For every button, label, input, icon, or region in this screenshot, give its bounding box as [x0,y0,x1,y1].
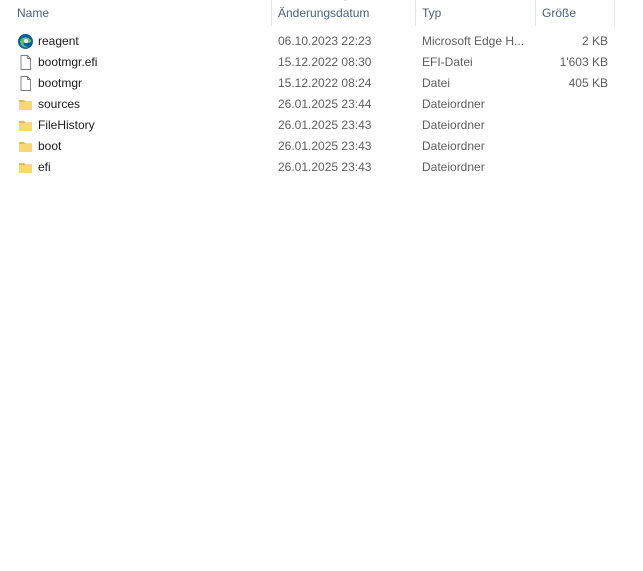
column-header-size[interactable]: Größe [542,0,576,26]
file-row[interactable]: reagent 06.10.2023 22:23 Microsoft Edge H.… [0,31,643,52]
file-type: Dateiordner [422,139,485,153]
file-type: Microsoft Edge H... [422,34,525,48]
file-type: Dateiordner [422,118,485,132]
column-divider[interactable] [271,0,272,26]
file-name: bootmgr [38,76,83,90]
file-row[interactable]: boot 26.01.2025 23:43 Dateiordner [0,136,643,157]
file-date: 26.01.2025 23:44 [278,97,372,111]
file-name: reagent [38,34,79,48]
file-date: 26.01.2025 23:43 [278,118,372,132]
file-type: Datei [422,76,451,90]
file-type: EFI-Datei [422,55,473,69]
column-divider[interactable] [415,0,416,26]
column-header-date[interactable]: Änderungsdatum [278,0,369,26]
file-size: 2 KB [581,34,608,48]
edge-html-icon [17,33,34,50]
folder-icon [17,96,34,113]
column-header-name[interactable]: Name [17,0,49,26]
file-list-view: Name Änderungsdatum Typ Größe reagent 06.… [0,0,643,571]
file-icon [17,54,34,71]
file-name: boot [38,139,62,153]
file-name: efi [38,160,51,174]
file-row[interactable]: FileHistory 26.01.2025 23:43 Dateiordner [0,115,643,136]
file-size: 1'603 KB [559,55,608,69]
file-name: FileHistory [38,118,95,132]
file-row[interactable]: sources 26.01.2025 23:44 Dateiordner [0,94,643,115]
folder-icon [17,138,34,155]
file-type: Dateiordner [422,97,485,111]
column-divider[interactable] [614,0,615,26]
folder-icon [17,117,34,134]
column-header-bar: Name Änderungsdatum Typ Größe [0,0,643,26]
file-name: sources [38,97,81,111]
file-type: Dateiordner [422,160,485,174]
column-divider[interactable] [535,0,536,26]
file-icon [17,75,34,92]
file-row[interactable]: bootmgr 15.12.2022 08:24 Datei 405 KB [0,73,643,94]
folder-icon [17,159,34,176]
file-row[interactable]: bootmgr.efi 15.12.2022 08:30 EFI-Datei 1'60… [0,52,643,73]
file-date: 26.01.2025 23:43 [278,139,372,153]
file-rows: reagent 06.10.2023 22:23 Microsoft Edge H.… [0,31,643,178]
file-date: 06.10.2023 22:23 [278,34,372,48]
file-date: 15.12.2022 08:30 [278,55,372,69]
file-date: 15.12.2022 08:24 [278,76,372,90]
file-row[interactable]: efi 26.01.2025 23:43 Dateiordner [0,157,643,178]
column-header-type[interactable]: Typ [422,0,441,26]
file-date: 26.01.2025 23:43 [278,160,372,174]
file-name: bootmgr.efi [38,55,98,69]
file-size: 405 KB [568,76,608,90]
